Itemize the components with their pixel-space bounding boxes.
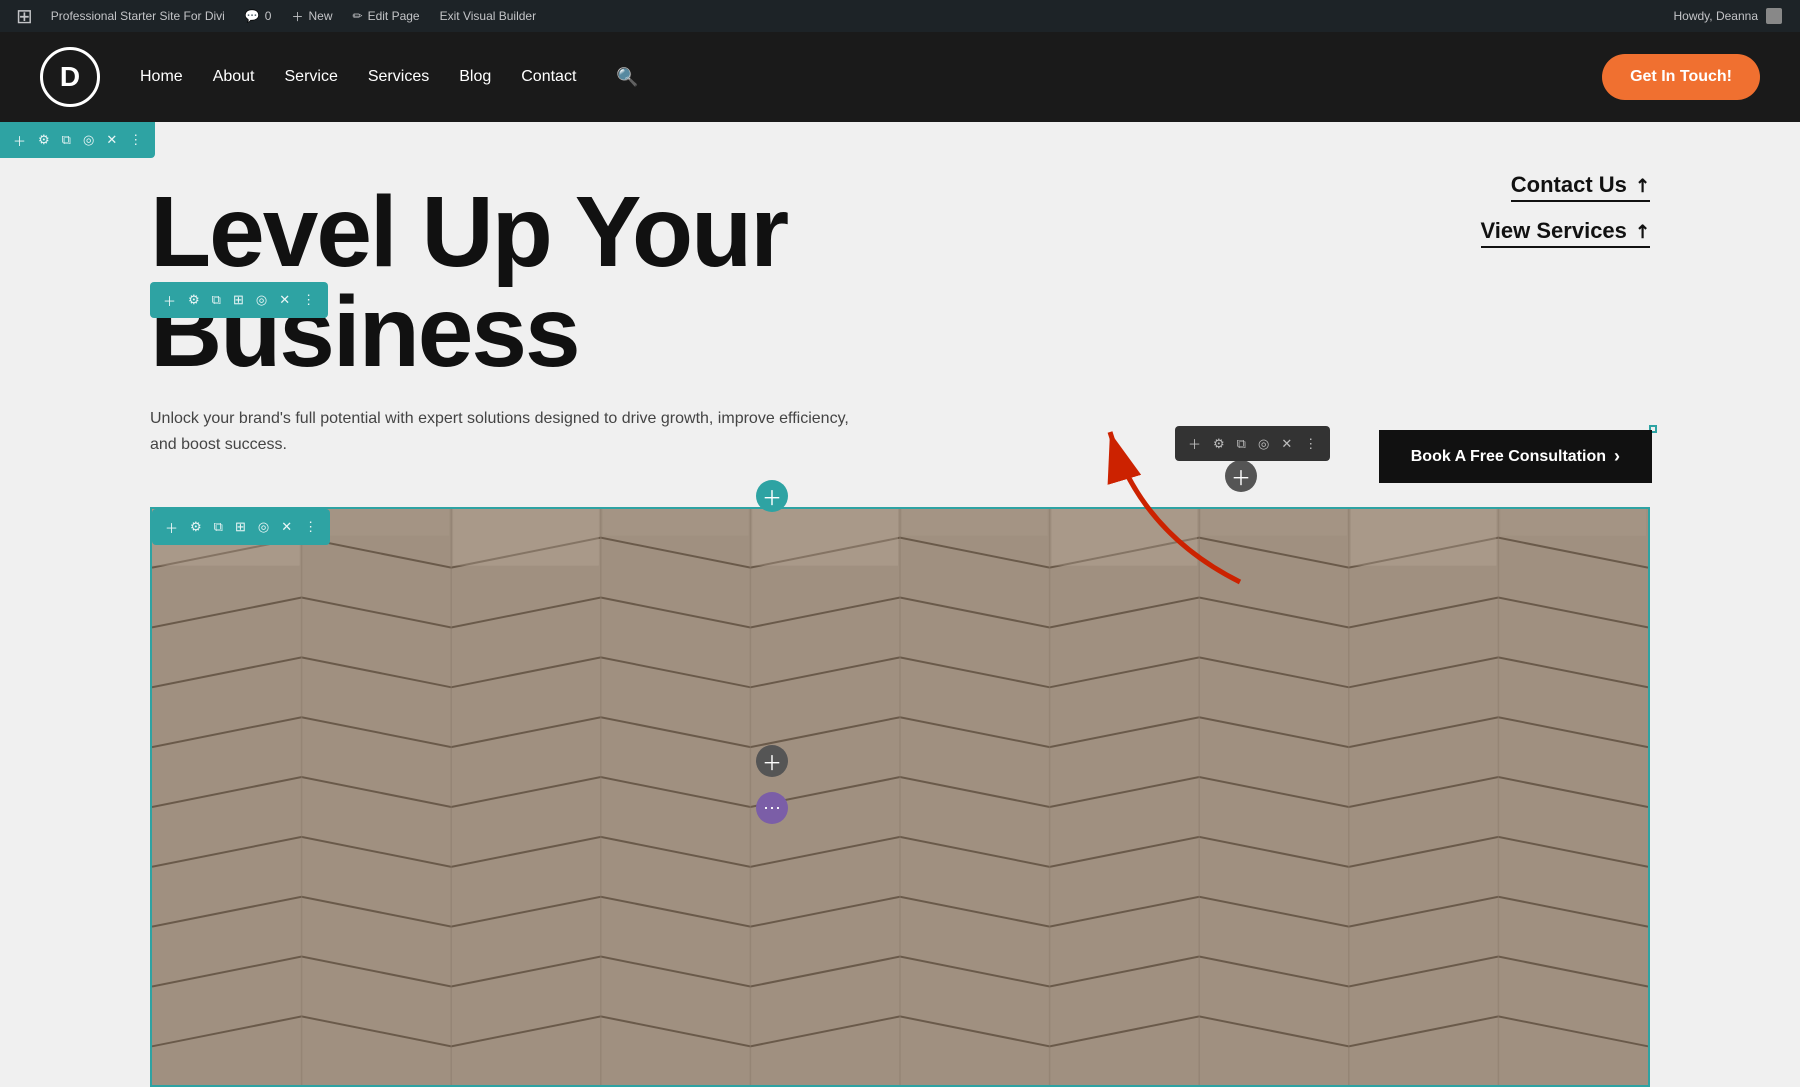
module-delete-icon[interactable]: ✕ [1276,432,1297,456]
services-arrow-icon: ↗ [1630,218,1656,244]
purple-more-button[interactable]: ⋯ [756,792,788,824]
wp-logo-icon[interactable]: ⊞ [8,4,41,29]
nav-blog[interactable]: Blog [459,68,491,86]
ellipsis-icon: ⋯ [763,798,781,819]
row-duplicate-icon[interactable]: ⧉ [207,288,226,312]
module-disable-icon[interactable]: ◎ [1253,432,1274,456]
exit-builder-link[interactable]: Exit Visual Builder [430,0,547,32]
site-logo[interactable]: D [40,47,100,107]
add-section-button-mid[interactable]: ＋ [756,480,788,512]
user-avatar [1766,8,1782,24]
add-module-button-image[interactable]: ＋ [756,745,788,777]
consultation-arrow-icon: › [1614,446,1620,467]
howdy-text: Howdy, Deanna [1674,9,1759,23]
row-columns-icon[interactable]: ⊞ [228,288,249,312]
plus-icon: ＋ [291,8,303,25]
nav-service[interactable]: Service [285,68,338,86]
comment-icon: 💬 [245,9,260,23]
section-settings-icon[interactable]: ⚙ [33,128,55,152]
add-module-button-right[interactable]: ＋ [1225,460,1257,492]
comment-count: 0 [265,9,272,23]
hero-right-links: Contact Us ↗ View Services ↗ [1481,172,1650,248]
comments-link[interactable]: 💬 0 [235,0,282,32]
site-header: D Home About Service Services Blog Conta… [0,32,1800,122]
section-more-icon[interactable]: ⋮ [124,128,147,152]
view-services-link[interactable]: View Services ↗ [1481,218,1650,248]
admin-bar: ⊞ Professional Starter Site For Divi 💬 0… [0,0,1800,32]
image-settings-icon[interactable]: ⚙ [185,515,207,539]
nav-about[interactable]: About [213,68,255,86]
row-more-icon[interactable]: ⋮ [297,288,320,312]
logo-letter: D [60,61,80,93]
nav-contact[interactable]: Contact [521,68,576,86]
row-settings-icon[interactable]: ⚙ [183,288,205,312]
main-nav: Home About Service Services Blog Contact… [140,67,1602,88]
row-add-icon[interactable]: ＋ [158,287,181,314]
section-duplicate-icon[interactable]: ⧉ [57,128,76,152]
image-more-icon[interactable]: ⋮ [299,515,322,539]
hero-subtext: Unlock your brand's full potential with … [150,406,850,457]
image-duplicate-icon[interactable]: ⧉ [209,515,228,539]
image-disable-icon[interactable]: ◎ [253,515,274,539]
building-image-svg [152,509,1648,1085]
plus-icon: ＋ [762,482,782,511]
nav-home[interactable]: Home [140,68,183,86]
exit-builder-label: Exit Visual Builder [440,9,537,23]
section-toolbar[interactable]: ＋ ⚙ ⧉ ◎ ✕ ⋮ [0,122,155,158]
image-delete-icon[interactable]: ✕ [276,515,297,539]
section-disable-icon[interactable]: ◎ [78,128,99,152]
get-in-touch-button[interactable]: Get In Touch! [1602,54,1760,100]
consultation-button-wrapper: Book A Free Consultation › [1379,430,1652,483]
image-add-icon[interactable]: ＋ [160,514,183,541]
edit-page-label: Edit Page [368,9,420,23]
contact-arrow-icon: ↗ [1630,172,1656,198]
module-toolbar[interactable]: ＋ ⚙ ⧉ ◎ ✕ ⋮ [1175,426,1330,461]
row-toolbar[interactable]: ＋ ⚙ ⧉ ⊞ ◎ ✕ ⋮ [150,282,328,318]
pencil-icon: ✏ [353,9,363,23]
module-settings-icon[interactable]: ⚙ [1208,432,1230,456]
hero-image-section: ＋ ⚙ ⧉ ⊞ ◎ ✕ ⋮ [150,507,1650,1087]
plus-icon: ＋ [1231,462,1251,491]
site-title: Professional Starter Site For Divi [51,9,225,23]
module-duplicate-icon[interactable]: ⧉ [1232,432,1251,456]
hero-section: ＋ ⚙ ⧉ ⊞ ◎ ✕ ⋮ Level Up Your Business Unl… [0,122,1800,527]
consultation-button[interactable]: Book A Free Consultation › [1379,430,1652,483]
nav-services[interactable]: Services [368,68,429,86]
section-add-icon[interactable]: ＋ [8,127,31,154]
row-disable-icon[interactable]: ◎ [251,288,272,312]
site-name-link[interactable]: Professional Starter Site For Divi [41,0,235,32]
search-icon[interactable]: 🔍 [616,67,638,88]
edit-page-link[interactable]: ✏ Edit Page [343,0,430,32]
plus-icon: ＋ [762,747,782,776]
main-content: ＋ ⚙ ⧉ ◎ ✕ ⋮ ＋ ⚙ ⧉ ⊞ ◎ ✕ ⋮ Level Up Your … [0,122,1800,964]
hero-headline: Level Up Your Business [150,182,1650,382]
image-row-toolbar[interactable]: ＋ ⚙ ⧉ ⊞ ◎ ✕ ⋮ [152,509,330,545]
new-content-link[interactable]: ＋ New [281,0,342,32]
row-delete-icon[interactable]: ✕ [274,288,295,312]
module-add-icon[interactable]: ＋ [1183,430,1206,457]
section-delete-icon[interactable]: ✕ [101,128,122,152]
module-more-icon[interactable]: ⋮ [1299,432,1322,456]
image-columns-icon[interactable]: ⊞ [230,515,251,539]
new-label: New [308,9,332,23]
contact-us-link[interactable]: Contact Us ↗ [1511,172,1650,202]
admin-bar-right: Howdy, Deanna [1674,8,1793,24]
